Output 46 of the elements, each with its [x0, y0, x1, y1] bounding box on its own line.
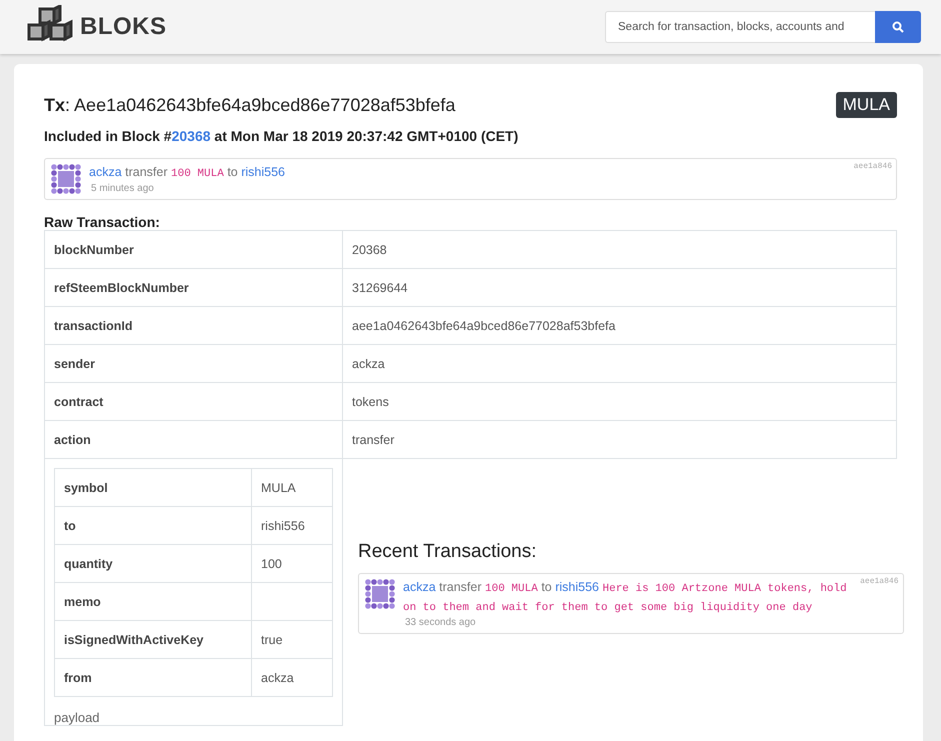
value-cell: 100 [252, 544, 332, 582]
recipient-link[interactable]: rishi556 [555, 580, 600, 594]
transaction-title: Tx: Aee1a0462643bfe64a9bced86e77028af53bfefa [44, 94, 456, 116]
value-cell: ackza [342, 344, 896, 382]
value-cell: 20368 [342, 230, 896, 268]
key-cell: transactionId [44, 306, 342, 344]
time-text: 33 seconds ago [405, 617, 477, 628]
value-cell: aee1a0462643bfe64a9bced86e77028af53bfefa [342, 306, 896, 344]
payload-label: payload [54, 710, 101, 725]
block-link[interactable]: 20368 [172, 128, 211, 144]
key-cell: from [54, 658, 252, 696]
sender-link[interactable]: ackza [89, 165, 122, 179]
key-cell: sender [44, 344, 342, 382]
key-cell: symbol [54, 468, 252, 506]
key-cell: refSteemBlockNumber [44, 268, 342, 306]
value-cell: 31269644 [342, 268, 896, 306]
value-cell: tokens [342, 382, 896, 420]
time-text: 5 minutes ago [91, 183, 155, 194]
sender-link[interactable]: ackza [403, 580, 436, 594]
key-cell: isSignedWithActiveKey [54, 620, 252, 658]
search-button[interactable] [875, 11, 921, 43]
value-cell: rishi556 [252, 506, 332, 544]
search-icon [892, 21, 904, 33]
value-cell: MULA [252, 468, 332, 506]
transfer-summary: ackza transfer 100 MULA to rishi556 Here is 100 Artzone MULA tokens, hold on to them and wait for them to get some big liquidity one day [403, 579, 848, 616]
value-cell: true [252, 620, 332, 658]
identicon-avatar [365, 579, 395, 609]
identicon-avatar [51, 164, 81, 194]
short-hash: aee1a846 [860, 577, 898, 586]
key-cell: action [44, 420, 342, 458]
recent-transactions-heading: Recent Transactions: [358, 541, 538, 563]
key-cell: blockNumber [44, 230, 342, 268]
transfer-summary: ackza transfer 100 MULA to rishi556 [89, 164, 286, 182]
search-field[interactable]: Search for transaction, blocks, accounts and [605, 11, 875, 43]
key-cell: memo [54, 582, 252, 620]
value-cell: transfer [342, 420, 896, 458]
token-badge: MULA [836, 92, 897, 118]
key-cell: contract [44, 382, 342, 420]
short-hash: aee1a846 [854, 162, 892, 171]
key-cell: quantity [54, 544, 252, 582]
raw-transaction-heading: Raw Transaction: [44, 214, 161, 230]
key-cell: to [54, 506, 252, 544]
included-in-block-text: Included in Block #20368 at Mon Mar 18 2019 20:37:42 GMT+0100 (CET) [44, 128, 520, 144]
value-cell: ackza [252, 658, 332, 696]
logo-text: BLOKS [80, 13, 166, 41]
recipient-link[interactable]: rishi556 [241, 165, 286, 179]
